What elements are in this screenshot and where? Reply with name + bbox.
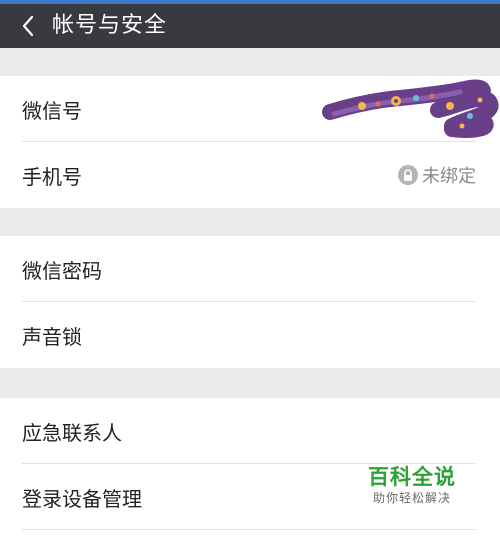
phone-binding-status: 未绑定 [398, 142, 476, 208]
account-group: 微信号 手机号 未绑定 [0, 76, 500, 208]
account-security-screen: 帐号与安全 微信号 手机号 未绑定 微信密码 声音锁 应急联系人 登录设备管理 … [0, 0, 500, 538]
voice-lock-label: 声音锁 [22, 324, 82, 349]
watermark-subtitle: 助你轻松解决 [372, 491, 451, 505]
phone-number-row[interactable]: 手机号 未绑定 [0, 142, 500, 208]
wechat-password-label: 微信密码 [22, 258, 102, 283]
wechat-id-label: 微信号 [22, 98, 82, 123]
chevron-left-icon [21, 14, 35, 38]
top-bar: 帐号与安全 [0, 4, 500, 48]
page-title: 帐号与安全 [52, 13, 168, 38]
device-management-label: 登录设备管理 [22, 486, 142, 511]
watermark-title: 百科全说 [368, 465, 456, 489]
phone-number-label: 手机号 [22, 164, 82, 189]
wechat-password-row[interactable]: 微信密码 [0, 236, 500, 302]
watermark-logo: 百科全说 助你轻松解决 [362, 464, 462, 506]
wechat-id-row[interactable]: 微信号 [0, 76, 500, 142]
phone-status-text: 未绑定 [422, 166, 476, 187]
emergency-contact-label: 应急联系人 [22, 420, 122, 445]
emergency-contact-row[interactable]: 应急联系人 [0, 398, 500, 464]
lock-icon [398, 165, 418, 185]
password-group: 微信密码 声音锁 [0, 236, 500, 368]
redaction-scribble [320, 76, 500, 146]
row-divider [22, 529, 476, 530]
voice-lock-row[interactable]: 声音锁 [0, 302, 500, 368]
back-button[interactable] [0, 4, 56, 48]
